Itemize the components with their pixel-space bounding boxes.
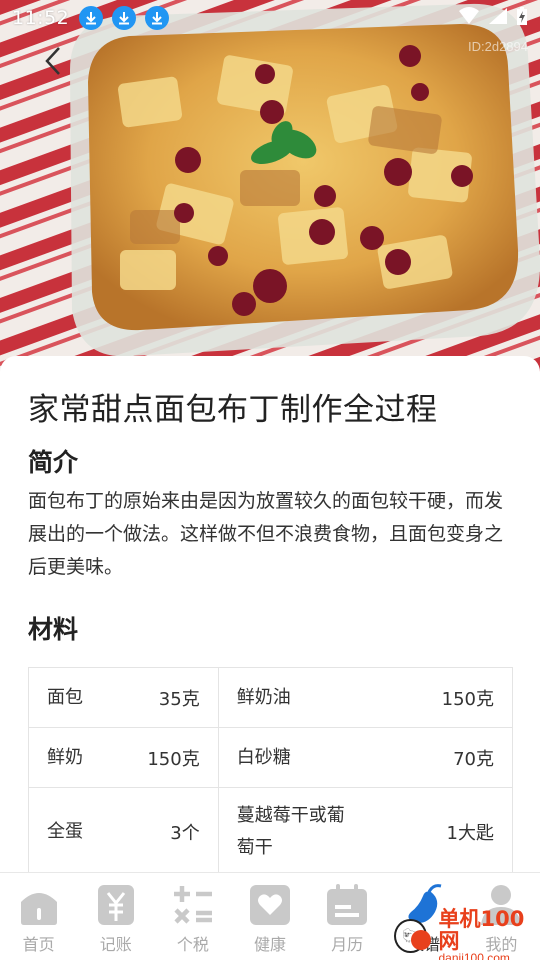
material-cell: 蔓越莓干或葡萄干 1大匙 <box>217 787 514 876</box>
watermark-en-text: danji100.com <box>438 950 510 960</box>
material-amount: 3个 <box>170 822 200 844</box>
table-row: 鲜奶 150克 白砂糖 70克 <box>28 727 514 788</box>
yuan-ledger-icon <box>93 882 139 928</box>
status-time: 11:52 <box>12 7 70 29</box>
download-icon <box>112 6 137 30</box>
calculator-icon <box>170 882 216 928</box>
nav-item-home[interactable]: 首页 <box>0 873 77 960</box>
back-arrow-icon[interactable] <box>36 44 70 78</box>
material-amount: 150克 <box>147 748 200 770</box>
materials-table: 面包 35克 鲜奶油 150克 鲜奶 150克 白砂糖 70克 全蛋 3个 蔓越莓干或葡萄… <box>28 667 514 876</box>
battery-charging-icon <box>516 6 528 30</box>
material-cell: 鲜奶油 150克 <box>217 667 514 728</box>
nav-item-ledger[interactable]: 记账 <box>77 873 154 960</box>
watermark-cn-text: 单机100网 <box>438 906 525 953</box>
material-name: 鲜奶油 <box>236 686 291 708</box>
material-cell: 鲜奶 150克 <box>28 727 219 788</box>
intro-heading: 简介 <box>28 448 79 477</box>
recipe-title: 家常甜点面包布丁制作全过程 <box>28 392 438 428</box>
signal-icon <box>488 7 508 29</box>
nav-item-tax[interactable]: 个税 <box>154 873 231 960</box>
material-amount: 1大匙 <box>446 822 494 844</box>
materials-heading: 材料 <box>28 615 79 644</box>
material-name: 白砂糖 <box>236 746 291 768</box>
material-amount: 35克 <box>158 688 200 710</box>
download-icon <box>145 6 170 30</box>
nav-label: 个税 <box>176 935 209 954</box>
material-name: 蔓越莓干或葡萄干 <box>236 804 345 858</box>
recipe-hero-image <box>0 0 540 372</box>
danji100-watermark: 🐑 单机100网 danji100.com <box>394 908 540 960</box>
table-row: 面包 35克 鲜奶油 150克 <box>28 667 514 728</box>
home-icon <box>16 882 62 928</box>
material-name: 全蛋 <box>47 820 83 842</box>
nav-label: 月历 <box>331 935 364 954</box>
status-bar: 11:52 <box>0 0 540 36</box>
download-icon <box>79 6 104 30</box>
material-cell: 全蛋 3个 <box>28 787 219 876</box>
intro-text: 面包布丁的原始来由是因为放置较久的面包较干硬，而发展出的一个做法。这样做不但不浪… <box>28 490 504 578</box>
heart-icon <box>247 882 293 928</box>
nav-item-calendar[interactable]: 月历 <box>309 873 386 960</box>
material-amount: 150克 <box>441 688 494 710</box>
material-name: 鲜奶 <box>47 746 83 768</box>
material-cell: 白砂糖 70克 <box>217 727 514 788</box>
nav-label: 记账 <box>99 935 132 954</box>
wifi-icon <box>458 7 480 29</box>
material-name: 面包 <box>47 686 83 708</box>
table-row: 全蛋 3个 蔓越莓干或葡萄干 1大匙 <box>28 787 514 876</box>
material-cell: 面包 35克 <box>28 667 219 728</box>
nav-label: 健康 <box>253 935 286 954</box>
calendar-icon <box>324 882 370 928</box>
nav-item-health[interactable]: 健康 <box>231 873 308 960</box>
danji100-logo: 🐑 <box>394 919 431 953</box>
nav-label: 首页 <box>22 935 55 954</box>
material-amount: 70克 <box>453 748 494 770</box>
recipe-id-label: ID:2d2894 <box>468 39 528 54</box>
